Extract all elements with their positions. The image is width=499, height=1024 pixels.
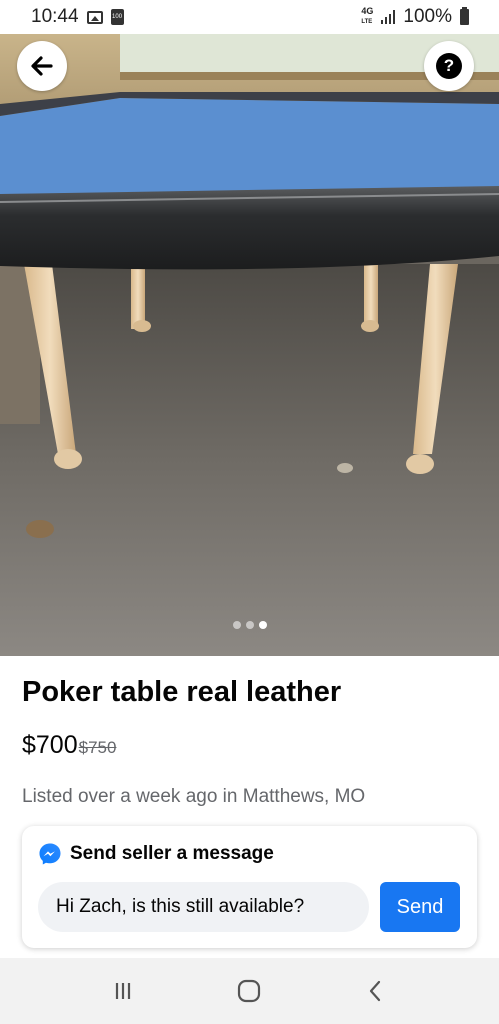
battery-percent: 100%: [403, 6, 452, 27]
table-leg: [131, 264, 145, 329]
card-title: Send seller a message: [70, 843, 274, 864]
network-icon: 4G LTE: [361, 7, 373, 27]
listing-meta: Listed over a week ago in Matthews, MO: [22, 786, 366, 807]
price-row: $700 $750: [22, 731, 116, 760]
nav-back-icon: [369, 980, 380, 1002]
messenger-icon: [39, 843, 61, 865]
floor-debris: [26, 520, 54, 538]
battery-icon: [460, 7, 469, 25]
arrow-left-icon: [31, 56, 53, 76]
listing-photo[interactable]: ?: [0, 34, 499, 656]
floor-debris: [337, 463, 353, 473]
original-price: $750: [78, 738, 117, 757]
nav-back-button[interactable]: [356, 971, 396, 1011]
network-sub-label: LTE: [361, 19, 373, 25]
pagination-dot: [232, 621, 241, 629]
listing-title: Poker table real leather: [22, 676, 342, 708]
price: $700: [22, 731, 78, 759]
pagination-dot: [258, 621, 267, 629]
card-header: Send seller a message: [38, 842, 274, 866]
poker-table-image: [0, 34, 499, 656]
navigation-bar: [0, 958, 499, 1024]
status-right: 4G LTE 100%: [361, 6, 469, 28]
table-leg-foot: [133, 320, 151, 332]
pagination-dot: [245, 621, 254, 629]
photo-pagination: [0, 621, 499, 629]
table-felt: [0, 98, 499, 194]
table-leg: [364, 264, 378, 329]
table-leg-foot: [361, 320, 379, 332]
home-icon: [238, 979, 261, 1003]
network-label: 4G: [361, 6, 374, 16]
recents-icon: [116, 983, 131, 999]
question-mark-icon: ?: [436, 53, 462, 79]
recents-button[interactable]: [103, 971, 143, 1011]
table-leg-foot: [54, 449, 82, 469]
signal-icon: [381, 10, 396, 24]
message-input[interactable]: [38, 882, 369, 932]
home-button[interactable]: [229, 971, 269, 1011]
send-button[interactable]: Send: [380, 882, 460, 932]
back-button[interactable]: [17, 41, 67, 91]
status-left: 10:44 100: [31, 6, 124, 28]
status-time: 10:44: [31, 6, 79, 27]
help-button[interactable]: ?: [424, 41, 474, 91]
status-bar: 10:44 100 4G LTE 100%: [0, 0, 499, 34]
message-seller-card: Send seller a message Send: [22, 826, 477, 948]
table-leg-foot: [406, 454, 434, 474]
gallery-icon: [86, 10, 103, 24]
sim-icon: 100: [110, 9, 124, 25]
